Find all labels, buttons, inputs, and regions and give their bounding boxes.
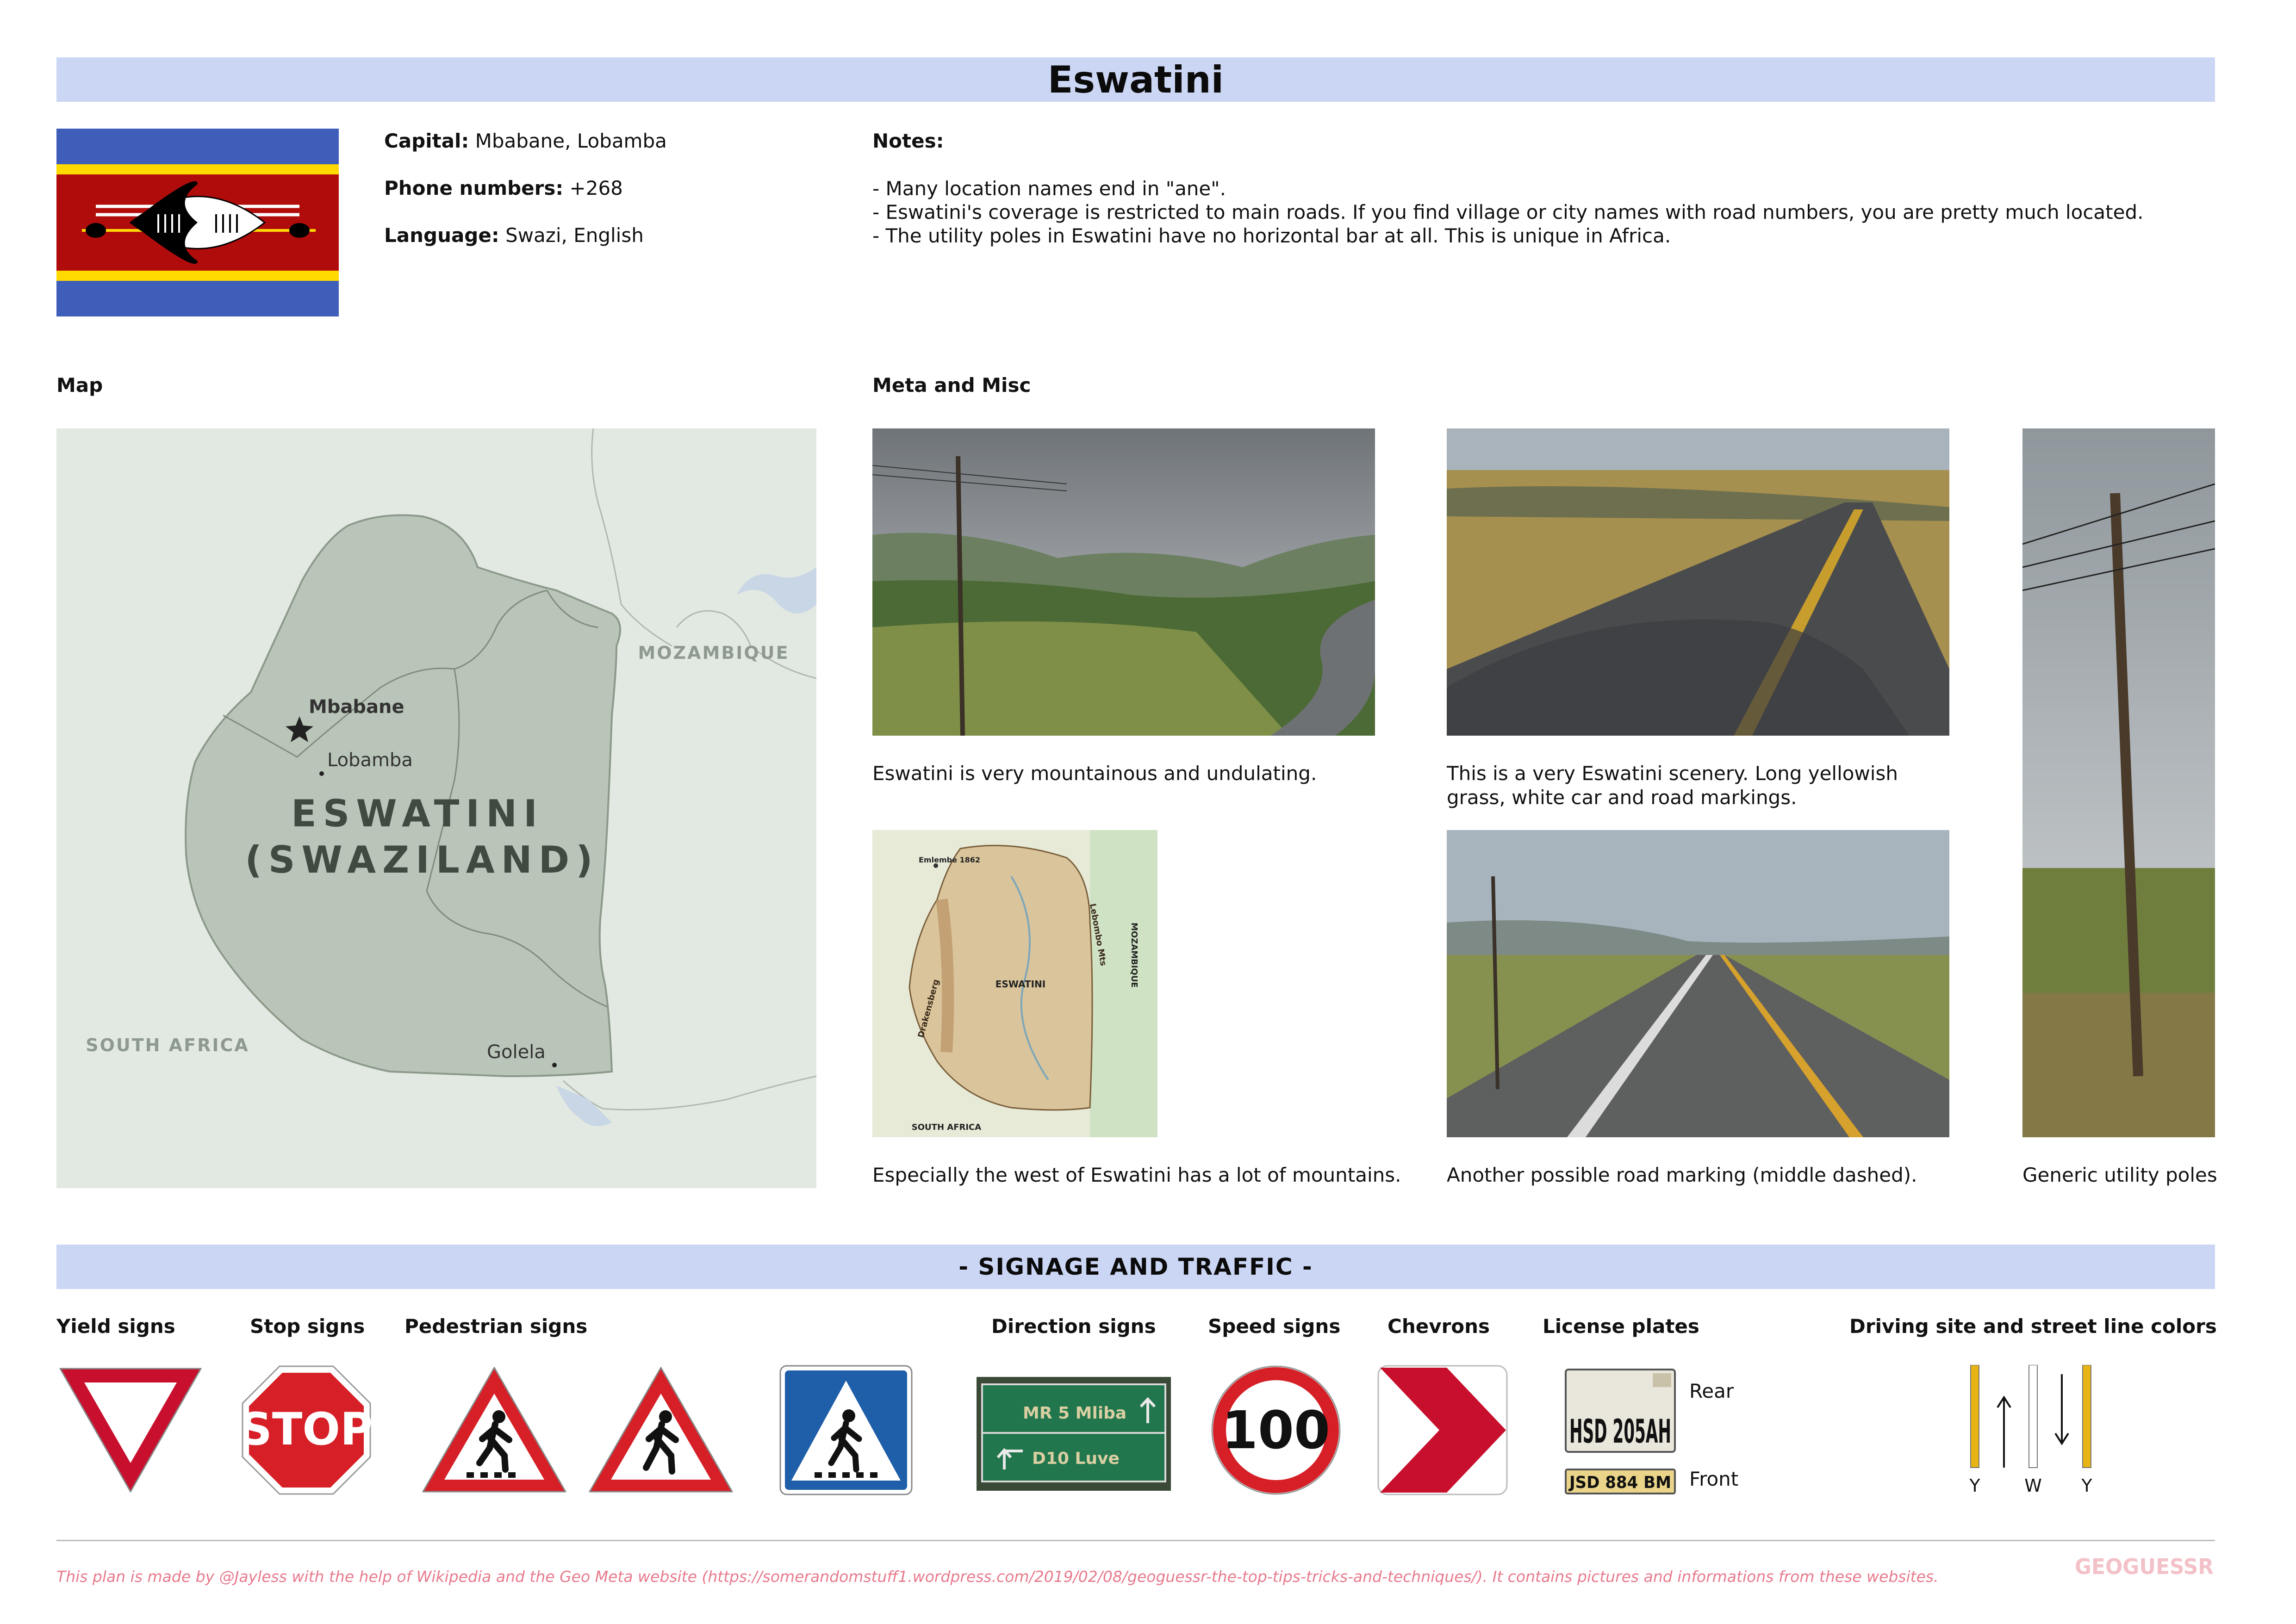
- footer-divider: [56, 1540, 2215, 1541]
- caption-mountain-road: Eswatini is very mountainous and undulat…: [872, 762, 1317, 785]
- map-neighbor-west: SOUTH AFRICA: [86, 1035, 249, 1055]
- chevrons-label: Chevrons: [1388, 1315, 1490, 1338]
- note-line-2: - Eswatini's coverage is restricted to m…: [872, 201, 2144, 223]
- stop-sign-text: STOP: [241, 1403, 372, 1455]
- pedestrian-sign: [587, 1365, 735, 1495]
- relief-peak-label: Emlembe 1862: [919, 855, 980, 864]
- country-map: Mbabane Lobamba Golela ESWATINI (SWAZILA…: [56, 428, 817, 1188]
- meta-label: Meta and Misc: [872, 374, 1031, 397]
- stop-sign: STOP: [240, 1365, 373, 1495]
- stop-label: Stop signs: [250, 1315, 365, 1338]
- relief-east-label: MOZAMBIQUE: [1129, 923, 1139, 988]
- photo-utility-pole: [2022, 428, 2215, 1137]
- notes-label: Notes:: [872, 130, 944, 152]
- rear-plate-label: Rear: [1689, 1380, 1734, 1402]
- caption-utility-pole: Generic utility poles: [2022, 1164, 2217, 1186]
- map-neighbor-east: MOZAMBIQUE: [638, 643, 789, 663]
- language-label: Language:: [384, 224, 499, 247]
- capital-line: Capital: Mbabane, Lobamba: [384, 130, 667, 153]
- driving-label: Driving site and street line colors: [1849, 1315, 2217, 1338]
- speed-sign-text: 100: [1222, 1401, 1330, 1461]
- relief-west-label: SOUTH AFRICA: [912, 1122, 981, 1132]
- flag-image: [56, 129, 339, 316]
- footer-credit: This plan is made by @Jayless with the h…: [56, 1568, 1939, 1586]
- rear-plate-text: HSD 205AH: [1569, 1413, 1671, 1450]
- geoguessr-logo: GEOGUESSR: [2073, 1552, 2215, 1581]
- phone-label: Phone numbers:: [384, 177, 564, 199]
- pedestrian-crossing-sign: [420, 1365, 568, 1495]
- speed-label: Speed signs: [1208, 1315, 1341, 1338]
- note-line-3: - The utility poles in Eswatini have no …: [872, 224, 1671, 247]
- line-colors-diagram: Y W Y: [1953, 1364, 2110, 1499]
- line-label-left: Y: [1969, 1475, 1980, 1496]
- direction-sign: MR 5 Mliba D10 Luve: [977, 1377, 1171, 1491]
- signage-title: - SIGNAGE AND TRAFFIC -: [958, 1253, 1313, 1280]
- page-title: Eswatini: [1047, 58, 1224, 101]
- caption-road-marking: Another possible road marking (middle da…: [1447, 1164, 1917, 1186]
- capital-label: Capital:: [384, 130, 469, 152]
- photo-mountain-road: [872, 428, 1375, 736]
- plates-label: License plates: [1543, 1315, 1699, 1338]
- direction-label: Direction signs: [991, 1315, 1156, 1338]
- speed-sign: 100: [1211, 1365, 1341, 1495]
- direction-line-1: MR 5 Mliba: [1023, 1404, 1126, 1423]
- phone-value: +268: [569, 177, 623, 199]
- yield-sign: [56, 1365, 205, 1495]
- pedestrian-label: Pedestrian signs: [404, 1315, 588, 1338]
- front-plate-label: Front: [1689, 1468, 1739, 1490]
- map-city-mbabane: Mbabane: [309, 696, 404, 718]
- direction-line-2: D10 Luve: [1032, 1449, 1120, 1468]
- rear-plate: HSD 205AH: [1565, 1369, 1676, 1453]
- front-plate: JSD 884 BM: [1565, 1469, 1676, 1494]
- front-plate-text: JSD 884 BM: [1568, 1473, 1671, 1492]
- photo-relief-map: Emlembe 1862 ESWATINI SOUTH AFRICA MOZAM…: [872, 830, 1157, 1137]
- language-value: Swazi, English: [505, 224, 644, 247]
- note-line-1: - Many location names end in "ane".: [872, 177, 1226, 200]
- line-label-center: W: [2024, 1475, 2042, 1496]
- pedestrian-crossing-blue-sign: [779, 1365, 913, 1495]
- caption-relief-map: Especially the west of Eswatini has a lo…: [872, 1164, 1401, 1186]
- relief-country-label: ESWATINI: [996, 979, 1045, 990]
- capital-value: Mbabane, Lobamba: [475, 130, 667, 152]
- geoguessr-logo-text: GEOGUESSR: [2075, 1554, 2214, 1579]
- map-city-lobamba: Lobamba: [327, 750, 413, 771]
- map-country-name: ESWATINI: [291, 792, 544, 835]
- language-line: Language: Swazi, English: [384, 224, 644, 247]
- caption-white-car-road: This is a very Eswatini scenery. Long ye…: [1447, 762, 1898, 809]
- chevron-sign: [1377, 1365, 1508, 1495]
- map-country-alt-name: (SWAZILAND): [245, 838, 599, 881]
- signage-banner: - SIGNAGE AND TRAFFIC -: [56, 1245, 2215, 1289]
- photo-white-car-road: [1447, 428, 1949, 736]
- map-label: Map: [56, 374, 103, 397]
- map-city-golela: Golela: [487, 1041, 546, 1063]
- line-label-right: Y: [2081, 1475, 2092, 1496]
- yield-label: Yield signs: [56, 1315, 175, 1338]
- photo-road-marking: [1447, 830, 1949, 1137]
- title-banner: Eswatini: [56, 57, 2215, 102]
- phone-line: Phone numbers: +268: [384, 177, 623, 200]
